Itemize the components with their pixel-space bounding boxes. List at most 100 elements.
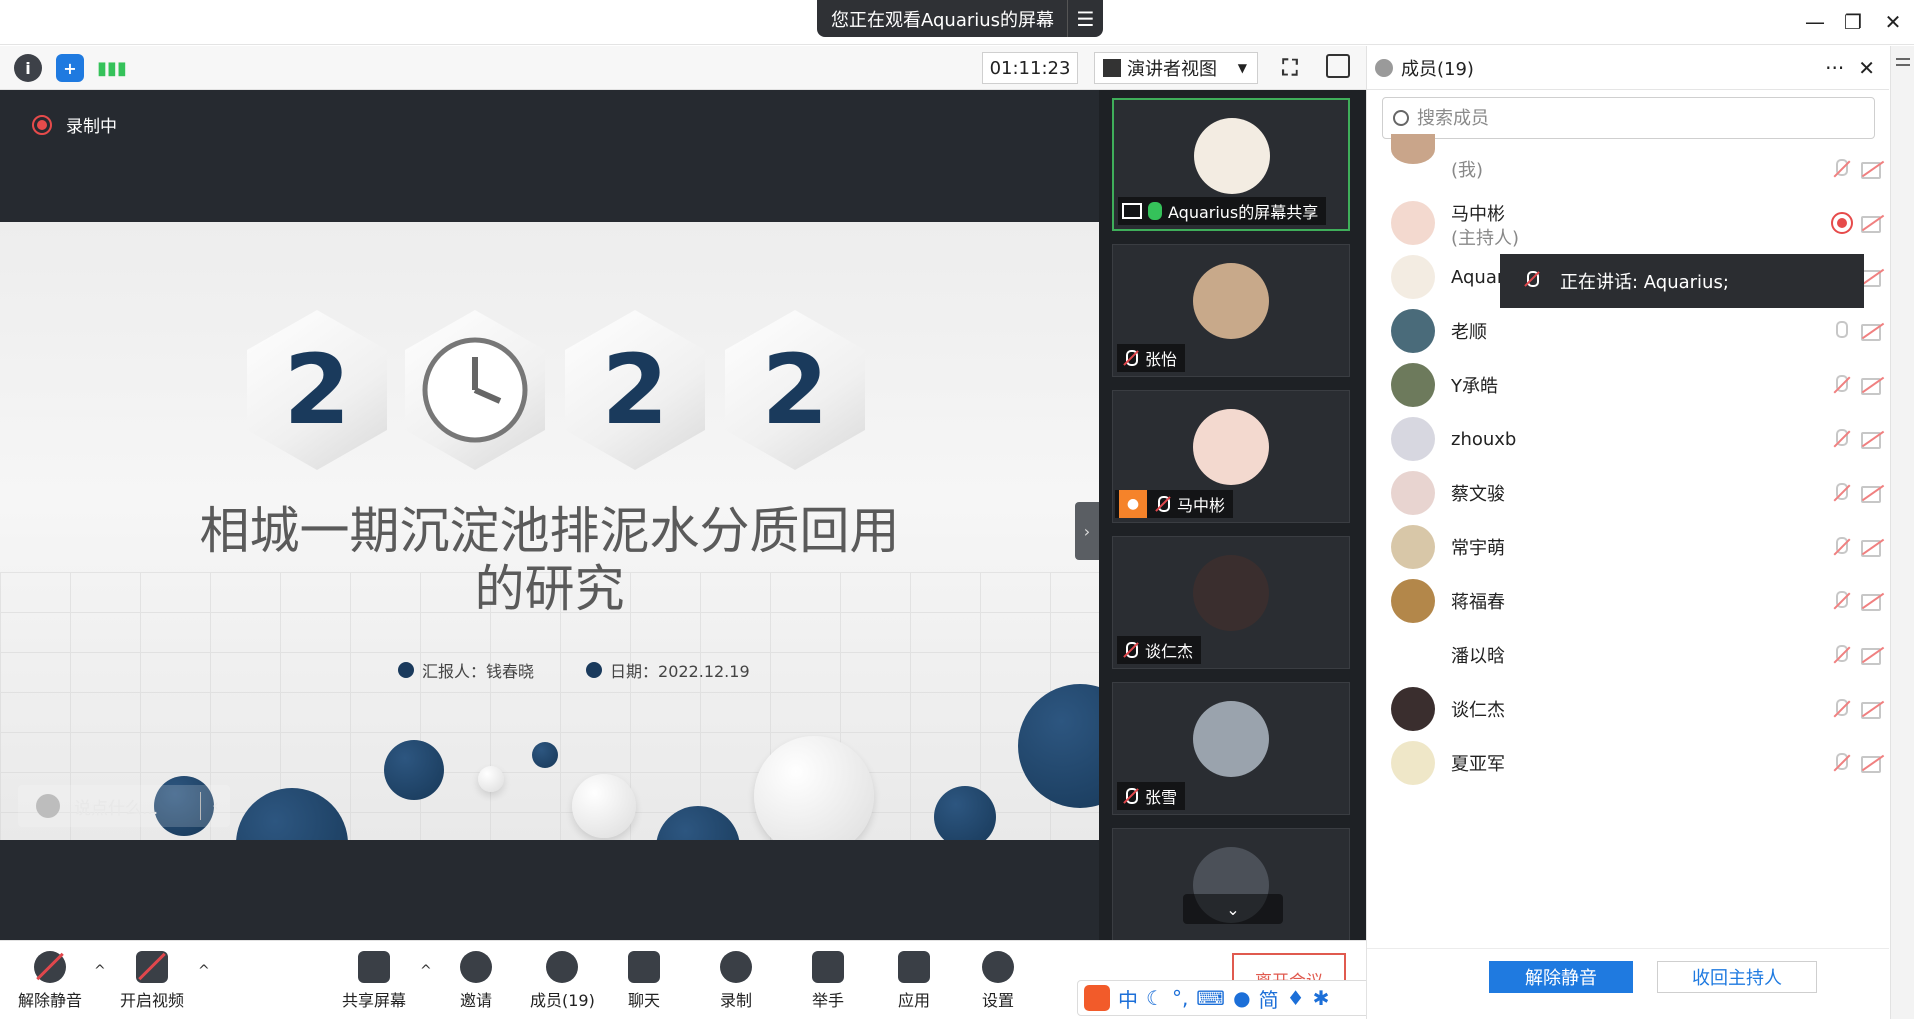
mic-off-icon[interactable] bbox=[1831, 752, 1849, 774]
gear-icon[interactable]: ✱ bbox=[1313, 986, 1330, 1010]
reclaim-host-button[interactable]: 收回主持人 bbox=[1657, 961, 1817, 993]
members-panel: 成员(19) ··· ✕ (我) 马中彬 (主持人) Aquar 老顺 Y承皓 zhouxb… bbox=[1366, 46, 1889, 1019]
shield-icon[interactable]: + bbox=[56, 54, 84, 82]
raise-hand-button[interactable]: 举手 bbox=[812, 951, 844, 1011]
member-row[interactable]: 老顺 bbox=[1367, 304, 1889, 358]
punctuation-icon[interactable]: °, bbox=[1172, 986, 1188, 1010]
mic-off-icon[interactable] bbox=[1831, 158, 1849, 180]
gallery-toggle-handle[interactable]: › bbox=[1075, 502, 1099, 560]
camera-off-icon[interactable] bbox=[1861, 538, 1885, 557]
more-icon[interactable]: ··· bbox=[1825, 56, 1844, 80]
member-row[interactable]: 常宇萌 bbox=[1367, 520, 1889, 574]
camera-off-icon[interactable] bbox=[1861, 322, 1885, 341]
invite-button[interactable]: 邀请 bbox=[460, 951, 492, 1011]
gallery-tile[interactable]: ● 马中彬 bbox=[1112, 390, 1350, 523]
mic-off-icon[interactable] bbox=[1831, 482, 1849, 504]
info-icon[interactable]: i bbox=[14, 54, 42, 82]
member-row[interactable]: Y承皓 bbox=[1367, 358, 1889, 412]
member-row[interactable]: 马中彬 (主持人) bbox=[1367, 196, 1889, 250]
menu-icon[interactable] bbox=[1895, 58, 1910, 66]
menu-icon[interactable]: ☰ bbox=[1067, 0, 1103, 37]
camera-off-icon[interactable] bbox=[1861, 376, 1885, 395]
member-row[interactable]: 夏亚军 bbox=[1367, 736, 1889, 790]
skin-icon[interactable]: ♦ bbox=[1287, 986, 1305, 1010]
chevron-left-icon[interactable]: ‹ bbox=[200, 792, 230, 820]
gallery-tile[interactable]: 张怡 bbox=[1112, 244, 1350, 377]
side-strip[interactable] bbox=[1890, 46, 1914, 1019]
member-name: 蔡文骏 bbox=[1451, 484, 1505, 505]
sidebar-toggle-icon[interactable] bbox=[1326, 54, 1350, 78]
member-row[interactable]: (我) bbox=[1367, 134, 1889, 196]
fullscreen-icon[interactable]: ⛶ bbox=[1276, 54, 1304, 82]
apps-button[interactable]: 应用 bbox=[898, 951, 930, 1011]
member-row[interactable]: 潘以晗 bbox=[1367, 628, 1889, 682]
user-icon[interactable]: ● bbox=[1233, 986, 1250, 1010]
share-screen-button[interactable]: 共享屏幕 bbox=[342, 951, 406, 1011]
mic-on-icon[interactable] bbox=[1831, 320, 1849, 342]
slide-date: 日期：2022.12.19 bbox=[586, 658, 750, 682]
close-button[interactable]: ✕ bbox=[1878, 8, 1908, 36]
chevron-up-icon[interactable]: ^ bbox=[420, 963, 432, 979]
member-row[interactable]: 蒋福春 bbox=[1367, 574, 1889, 628]
keyboard-icon[interactable]: ⌨ bbox=[1196, 986, 1225, 1010]
moon-icon[interactable]: ☾ bbox=[1146, 986, 1164, 1010]
recording-label: 录制中 bbox=[66, 117, 117, 137]
chevron-down-icon[interactable]: ⌄ bbox=[1183, 894, 1283, 924]
chevron-up-icon[interactable]: ^ bbox=[94, 963, 106, 979]
avatar bbox=[1193, 555, 1269, 631]
restore-button[interactable]: ❐ bbox=[1838, 8, 1868, 36]
apps-label: 应用 bbox=[898, 991, 931, 1010]
member-search[interactable] bbox=[1382, 97, 1875, 139]
mic-off-icon[interactable] bbox=[1831, 644, 1849, 666]
camera-off-icon[interactable] bbox=[1861, 484, 1885, 503]
chat-button[interactable]: 聊天 bbox=[628, 951, 660, 1011]
mic-off-icon[interactable] bbox=[1831, 590, 1849, 612]
chevron-up-icon[interactable]: ^ bbox=[198, 963, 210, 979]
quick-chat-box[interactable]: 说点什么... ‹ bbox=[18, 785, 230, 827]
settings-button[interactable]: 设置 bbox=[982, 951, 1014, 1011]
start-video-button[interactable]: 开启视频 bbox=[120, 951, 184, 1011]
camera-off-icon[interactable] bbox=[1861, 430, 1885, 449]
mic-off-icon[interactable] bbox=[1831, 428, 1849, 450]
member-row[interactable]: zhouxb bbox=[1367, 412, 1889, 466]
camera-off-icon[interactable] bbox=[1861, 160, 1885, 179]
ime-toolbar[interactable]: 中 ☾ °, ⌨ ● 简 ♦ ✱ bbox=[1077, 980, 1381, 1016]
screen-share-icon bbox=[1122, 203, 1142, 219]
camera-off-icon[interactable] bbox=[1861, 592, 1885, 611]
view-mode-select[interactable]: 演讲者视图 ▼ bbox=[1094, 52, 1258, 84]
unmute-button[interactable]: 解除静音 bbox=[18, 951, 82, 1011]
close-icon[interactable]: ✕ bbox=[1858, 56, 1875, 80]
mic-off-icon[interactable] bbox=[1831, 536, 1849, 558]
ime-language[interactable]: 中 bbox=[1118, 984, 1138, 1013]
slide-reporter-text: 汇报人：钱春晓 bbox=[422, 662, 535, 681]
gallery-tile[interactable]: 张雪 bbox=[1112, 682, 1350, 815]
apps-icon bbox=[898, 951, 930, 983]
camera-off-icon[interactable] bbox=[1861, 214, 1885, 233]
meeting-toolbar: i + ▮▮▮ 01:11:23 演讲者视图 ▼ ⛶ bbox=[0, 46, 1366, 90]
ime-mode[interactable]: 简 bbox=[1259, 984, 1279, 1013]
member-row[interactable]: 谈仁杰 bbox=[1367, 682, 1889, 736]
gallery-tile[interactable]: 谈仁杰 bbox=[1112, 536, 1350, 669]
unmute-all-button[interactable]: 解除静音 bbox=[1489, 961, 1633, 993]
share-banner[interactable]: 您正在观看Aquarius的屏幕 ☰ bbox=[817, 0, 1103, 37]
camera-off-icon[interactable] bbox=[1861, 700, 1885, 719]
member-row[interactable]: 蔡文骏 bbox=[1367, 466, 1889, 520]
members-button[interactable]: 成员(19) bbox=[530, 951, 595, 1011]
mic-off-icon[interactable] bbox=[1831, 698, 1849, 720]
emoji-icon[interactable] bbox=[36, 794, 60, 818]
signal-icon[interactable]: ▮▮▮ bbox=[97, 54, 127, 82]
record-button[interactable]: 录制 bbox=[720, 951, 752, 1011]
recording-icon[interactable] bbox=[1831, 212, 1853, 234]
camera-off-icon[interactable] bbox=[1861, 754, 1885, 773]
member-search-input[interactable] bbox=[1417, 107, 1837, 129]
avatar bbox=[1391, 417, 1435, 461]
mic-off-icon[interactable] bbox=[1831, 374, 1849, 396]
panel-tools: ··· ✕ bbox=[1825, 56, 1875, 80]
camera-off-icon[interactable] bbox=[1861, 268, 1885, 287]
member-name: 谈仁杰 bbox=[1451, 700, 1505, 721]
avatar bbox=[1391, 309, 1435, 353]
gallery-tile[interactable]: Aquarius的屏幕共享 bbox=[1112, 98, 1350, 231]
minimize-button[interactable]: — bbox=[1800, 8, 1830, 36]
camera-off-icon[interactable] bbox=[1861, 646, 1885, 665]
member-name: 老顺 bbox=[1451, 322, 1487, 343]
